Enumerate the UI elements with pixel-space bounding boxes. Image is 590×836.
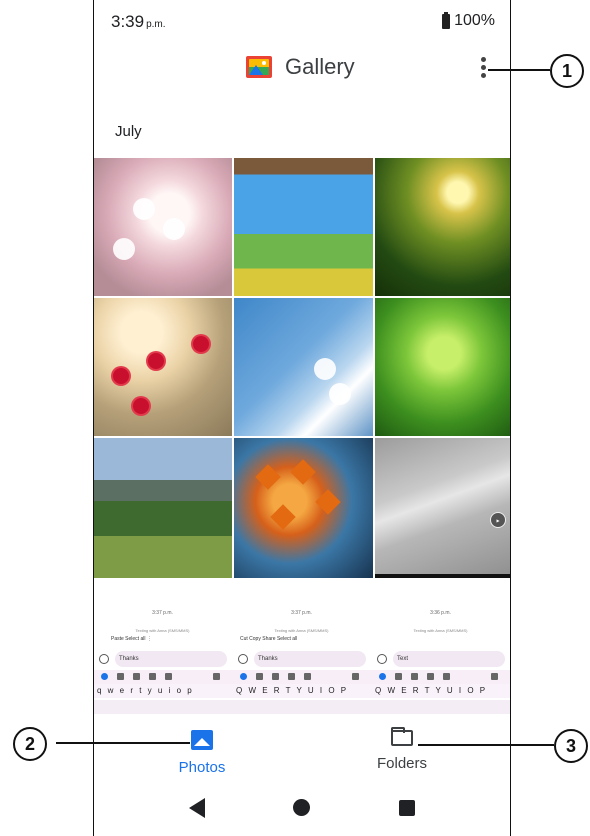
callout-1: 1 (550, 54, 584, 88)
preview-time: 3:36 p.m. (430, 610, 451, 616)
preview-field: Text (393, 651, 505, 667)
preview-keys-row (93, 700, 232, 714)
status-time-ampm: p.m. (146, 19, 166, 30)
photo-thumbnail[interactable] (93, 158, 232, 296)
status-time: 3:39 p.m. (111, 12, 166, 32)
phone-frame-left (93, 0, 94, 836)
photo-thumbnail[interactable] (234, 298, 373, 436)
gallery-logo-icon (246, 56, 272, 78)
photo-grid: ▶ (93, 158, 511, 578)
battery-indicator: 100% (442, 11, 495, 30)
app-bar: Gallery (93, 48, 511, 88)
home-icon[interactable] (293, 799, 310, 816)
status-bar: 3:39 p.m. 100% (93, 0, 511, 40)
preview-subtitle: Texting with Anna (SMS/MMS) (413, 628, 468, 633)
preview-keys-row (232, 700, 371, 714)
preview-toolbar (93, 670, 232, 684)
callout-line (488, 69, 550, 71)
preview-keys: Q W E R T Y U I O P (232, 684, 371, 698)
plus-icon (99, 654, 109, 664)
more-dot-icon (481, 57, 486, 62)
photo-thumbnail[interactable] (93, 298, 232, 436)
preview-time: 3:37 p.m. (291, 610, 312, 616)
bottom-navigation: Photos Folders (93, 714, 511, 778)
preview-field: Thanks (254, 651, 366, 667)
photo-thumbnail[interactable] (375, 298, 511, 436)
photo-thumbnail[interactable] (93, 438, 232, 578)
preview-keys: q w e r t y u i o p (93, 684, 232, 698)
screenshot-thumbnail[interactable]: 3:37 p.m. Texting with Anna (SMS/MMS) Pa… (93, 596, 232, 714)
more-dot-icon (481, 73, 486, 78)
nav-folders-tab[interactable]: Folders (342, 720, 462, 776)
video-duration-badge: ▶ (490, 512, 506, 528)
preview-field: Thanks (115, 651, 227, 667)
preview-time: 3:37 p.m. (152, 610, 173, 616)
photo-thumbnail[interactable] (234, 158, 373, 296)
preview-toolbar (371, 670, 510, 684)
callout-line (418, 744, 554, 746)
plus-icon (377, 654, 387, 664)
battery-icon (442, 11, 451, 29)
plus-icon (238, 654, 248, 664)
screenshot-thumbnail[interactable]: 3:37 p.m. Texting with Anna (SMS/MMS) Cu… (232, 596, 371, 714)
preview-subtitle: Texting with Anna (SMS/MMS) (135, 628, 190, 633)
back-icon[interactable] (189, 798, 205, 818)
preview-menu: Paste Select all ⋮ (111, 636, 152, 642)
preview-keys-row (371, 700, 510, 714)
photo-thumbnail[interactable] (375, 158, 511, 296)
system-navigation-bar (93, 778, 511, 836)
app-title: Gallery (285, 54, 355, 79)
screenshot-previews: 3:37 p.m. Texting with Anna (SMS/MMS) Pa… (93, 596, 511, 714)
nav-folders-label: Folders (376, 755, 428, 772)
more-dot-icon (481, 65, 486, 70)
battery-percent: 100% (454, 12, 495, 29)
nav-photos-tab[interactable]: Photos (142, 720, 262, 776)
callout-2: 2 (13, 727, 47, 761)
phone-screen: 3:39 p.m. 100% Gallery July ▶ 3:37 p.m. … (93, 0, 511, 836)
phone-frame-right (510, 0, 511, 836)
recents-icon[interactable] (399, 800, 415, 816)
preview-subtitle: Texting with Anna (SMS/MMS) (274, 628, 329, 633)
section-heading: July (115, 123, 142, 140)
preview-keys: Q W E R T Y U I O P (371, 684, 510, 698)
callout-3: 3 (554, 729, 588, 763)
screenshot-thumbnail[interactable]: 3:36 p.m. Texting with Anna (SMS/MMS) Te… (371, 596, 510, 714)
photo-thumbnail[interactable] (234, 438, 373, 578)
nav-photos-label: Photos (178, 759, 226, 776)
photos-icon (191, 730, 213, 750)
status-time-value: 3:39 (111, 12, 145, 31)
folder-icon (391, 727, 413, 746)
preview-menu: Cut Copy Share Select all (240, 636, 298, 642)
video-thumbnail[interactable]: ▶ (375, 438, 511, 578)
preview-toolbar (232, 670, 371, 684)
callout-line (56, 742, 190, 744)
